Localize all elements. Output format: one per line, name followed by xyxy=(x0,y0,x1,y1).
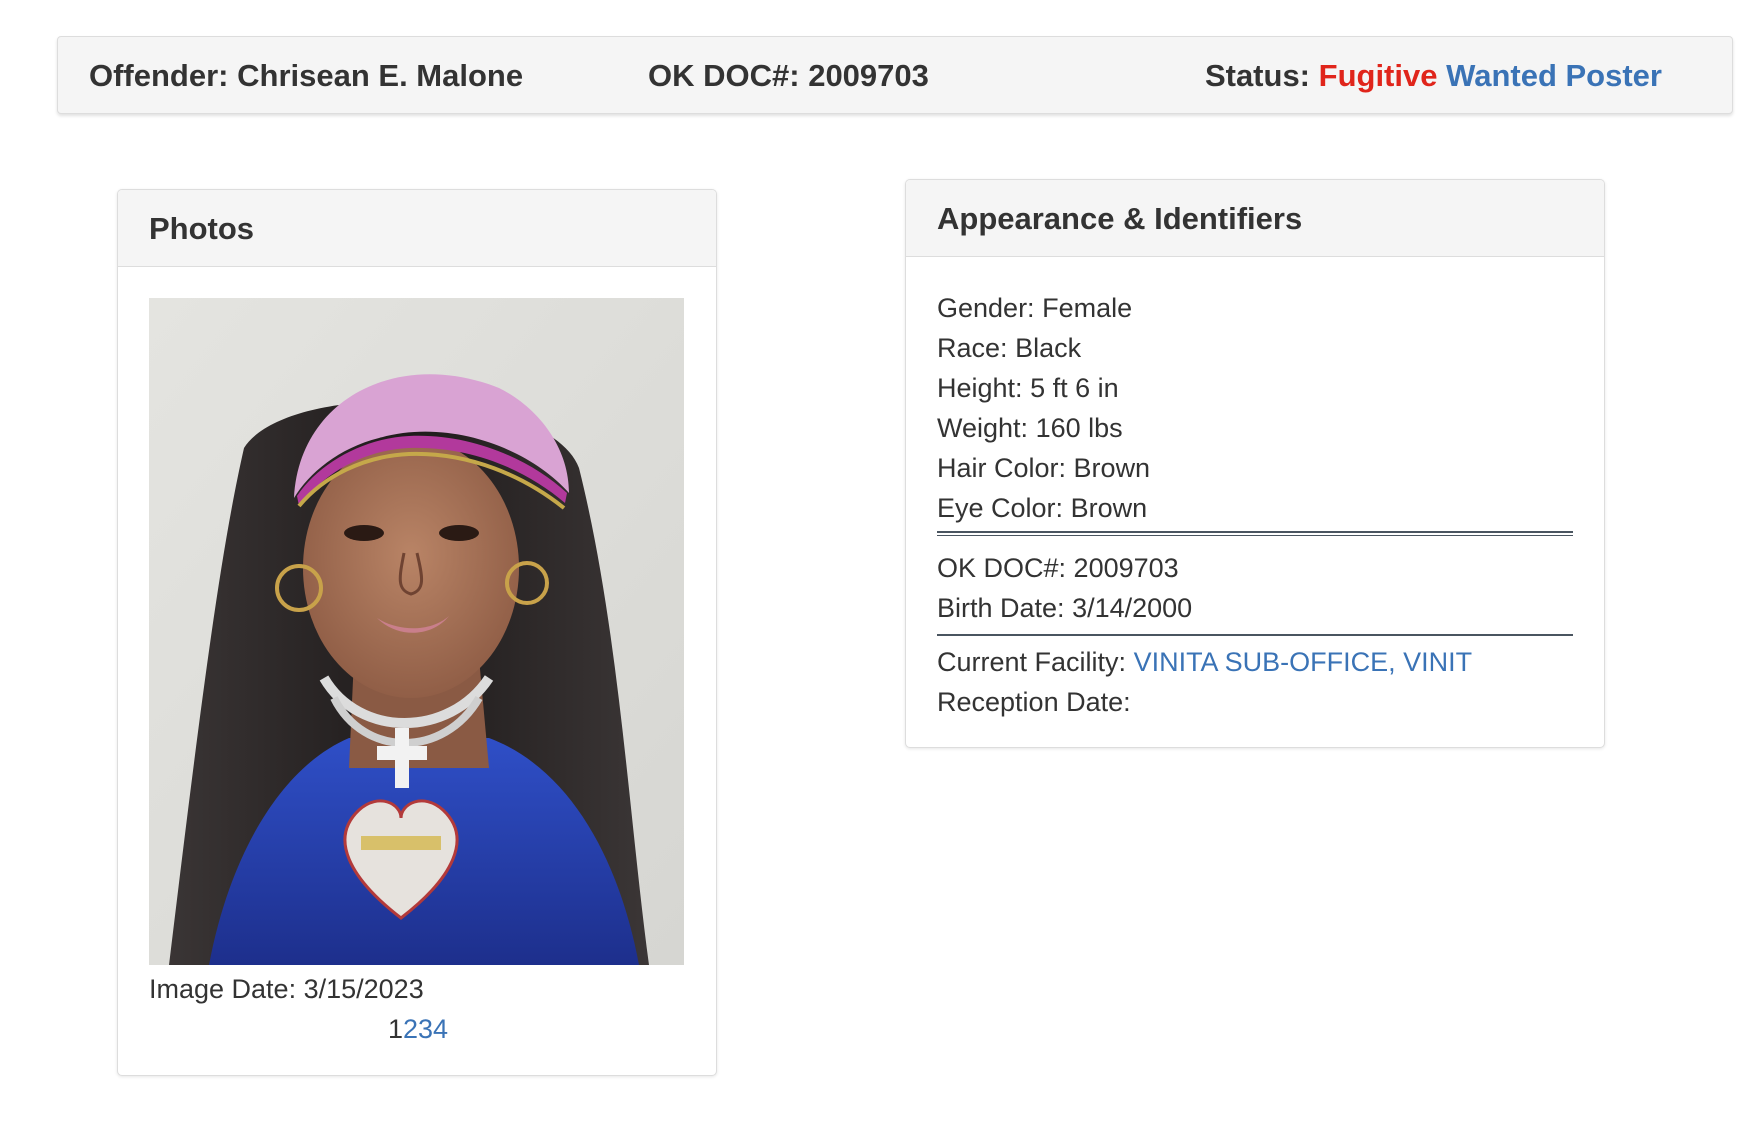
appearance-panel: Appearance & Identifiers Gender: Female … xyxy=(905,179,1605,748)
hair-color-value: Brown xyxy=(1073,453,1151,483)
eye-color-row: Eye Color: Brown xyxy=(937,488,1573,528)
offender-header-bar: Offender: Chrisean E. Malone OK DOC#: 20… xyxy=(57,36,1733,114)
current-facility-label: Current Facility: xyxy=(937,647,1127,677)
height-row: Height: 5 ft 6 in xyxy=(937,368,1573,408)
weight-value: 160 lbs xyxy=(1035,413,1123,443)
offender-photo-illustration xyxy=(149,298,684,965)
gender-label: Gender: xyxy=(937,293,1035,323)
weight-label: Weight: xyxy=(937,413,1029,443)
image-date-label: Image Date: xyxy=(149,974,297,1004)
photo-page-4[interactable]: 4 xyxy=(433,1014,448,1044)
doc-number-heading: OK DOC#: 2009703 xyxy=(648,58,929,94)
reception-date-row: Reception Date: xyxy=(937,682,1573,722)
height-value: 5 ft 6 in xyxy=(1030,373,1119,403)
hair-color-label: Hair Color: xyxy=(937,453,1067,483)
appearance-panel-title: Appearance & Identifiers xyxy=(906,180,1604,257)
wanted-poster-link[interactable]: Wanted Poster xyxy=(1446,58,1662,93)
offender-label: Offender: xyxy=(89,58,229,93)
doc-number-label: OK DOC#: xyxy=(937,553,1067,583)
section-divider-double xyxy=(937,531,1573,536)
birth-date-label: Birth Date: xyxy=(937,593,1065,623)
page: Offender: Chrisean E. Malone OK DOC#: 20… xyxy=(0,0,1740,1134)
birth-date-row: Birth Date: 3/14/2000 xyxy=(937,588,1573,628)
status-label: Status: xyxy=(1204,58,1311,93)
race-row: Race: Black xyxy=(937,328,1573,368)
race-value: Black xyxy=(1015,333,1082,363)
race-label: Race: xyxy=(937,333,1008,363)
hair-color-row: Hair Color: Brown xyxy=(937,448,1573,488)
height-label: Height: xyxy=(937,373,1023,403)
photo-page-2[interactable]: 2 xyxy=(403,1014,418,1044)
doc-label: OK DOC#: xyxy=(648,58,800,93)
appearance-details: Gender: Female Race: Black Height: 5 ft … xyxy=(937,288,1573,722)
section-divider xyxy=(937,634,1573,636)
photos-panel: Photos Image Date: 3/15/2023 1234 xyxy=(117,189,717,1076)
current-facility-link[interactable]: VINITA SUB-OFFICE, VINIT xyxy=(1134,647,1473,677)
status-value: Fugitive xyxy=(1318,58,1438,93)
photo-pager: 1234 xyxy=(118,1011,716,1047)
weight-row: Weight: 160 lbs xyxy=(937,408,1573,448)
doc-number-row: OK DOC#: 2009703 xyxy=(937,548,1573,588)
status-heading: Status: Fugitive Wanted Poster xyxy=(1205,58,1662,94)
offender-name-heading: Offender: Chrisean E. Malone xyxy=(89,58,523,94)
birth-date-value: 3/14/2000 xyxy=(1072,593,1193,623)
eye-color-label: Eye Color: xyxy=(937,493,1064,523)
doc-number: 2009703 xyxy=(808,58,929,93)
offender-name: Chrisean E. Malone xyxy=(237,58,524,93)
current-facility-row: Current Facility: VINITA SUB-OFFICE, VIN… xyxy=(937,642,1573,682)
photos-panel-title: Photos xyxy=(118,190,716,267)
image-date-value: 3/15/2023 xyxy=(303,974,424,1004)
reception-date-label: Reception Date: xyxy=(937,687,1131,717)
gender-row: Gender: Female xyxy=(937,288,1573,328)
photo-page-1: 1 xyxy=(387,1014,403,1044)
image-date: Image Date: 3/15/2023 xyxy=(149,971,424,1007)
doc-number-value: 2009703 xyxy=(1073,553,1179,583)
photo-page-3[interactable]: 3 xyxy=(418,1014,433,1044)
offender-photo xyxy=(149,298,684,965)
eye-color-value: Brown xyxy=(1070,493,1148,523)
gender-value: Female xyxy=(1042,293,1133,323)
